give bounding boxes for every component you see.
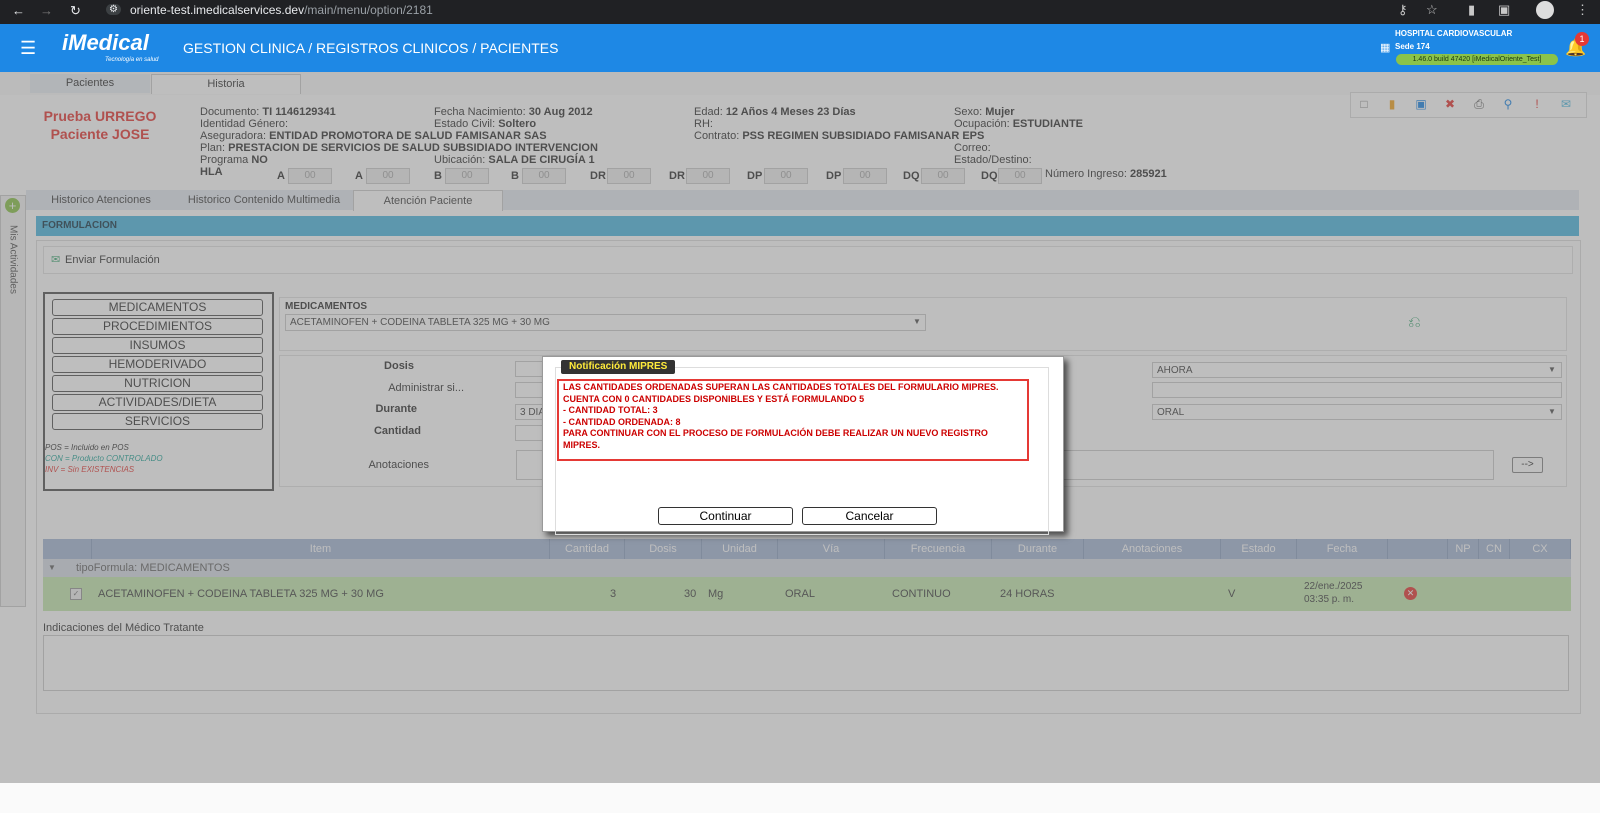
continue-button[interactable]: Continuar [658,507,793,525]
url-host: oriente-test.imedicalservices.dev [130,3,305,17]
building-icon: ▦ [1380,42,1391,54]
message-line: LAS CANTIDADES ORDENADAS SUPERAN LAS CAN… [563,382,999,392]
reload-icon[interactable]: ↻ [70,3,81,19]
logo-tagline: Tecnología en salud [105,57,159,63]
address-bar[interactable]: oriente-test.imedicalservices.dev/main/m… [130,3,433,21]
puzzle-icon[interactable]: ▣ [1498,2,1510,18]
hospital-name: HOSPITAL CARDIOVASCULAR [1395,29,1513,38]
message-line: - CANTIDAD TOTAL: 3 [563,405,658,416]
forward-icon[interactable]: → [40,3,53,18]
browser-bar: ← → ↻ ⚙ oriente-test.imedicalservices.de… [0,0,1600,24]
app-header: ☰ iMedical Tecnología en salud GESTION C… [0,24,1600,72]
dialog-title: Notificación MIPRES [561,360,676,374]
key-icon[interactable]: ⚷ [1398,2,1408,18]
site-info-icon[interactable]: ⚙ [106,4,121,15]
dialog-message: LAS CANTIDADES ORDENADAS SUPERAN LAS CAN… [557,379,1029,461]
sede-label: Sede 174 [1395,42,1430,51]
message-line: PARA CONTINUAR CON EL PROCESO DE FORMULA… [563,428,988,450]
breadcrumb: GESTION CLINICA / REGISTROS CLINICOS / P… [183,40,559,56]
message-line: - CANTIDAD ORDENADA: 8 [563,416,681,427]
imedical-logo[interactable]: iMedical [62,30,149,56]
cancel-button[interactable]: Cancelar [802,507,937,525]
notification-badge: 1 [1575,32,1589,46]
extension-icon[interactable]: ▮ [1468,2,1475,18]
star-icon[interactable]: ☆ [1426,2,1438,18]
back-icon[interactable]: ← [12,3,25,18]
build-badge: 1.46.0 build 47420 [iMedicalOriente_Test… [1396,54,1558,65]
profile-avatar[interactable] [1536,1,1554,19]
message-line: CUENTA CON 0 CANTIDADES DISPONIBLES Y ES… [563,393,865,404]
mipres-dialog: Notificación MIPRES LAS CANTIDADES ORDEN… [542,356,1064,535]
hamburger-menu-icon[interactable]: ☰ [20,38,36,59]
url-path: /main/menu/option/2181 [304,3,433,17]
menu-dots-icon[interactable]: ⋮ [1576,2,1589,18]
